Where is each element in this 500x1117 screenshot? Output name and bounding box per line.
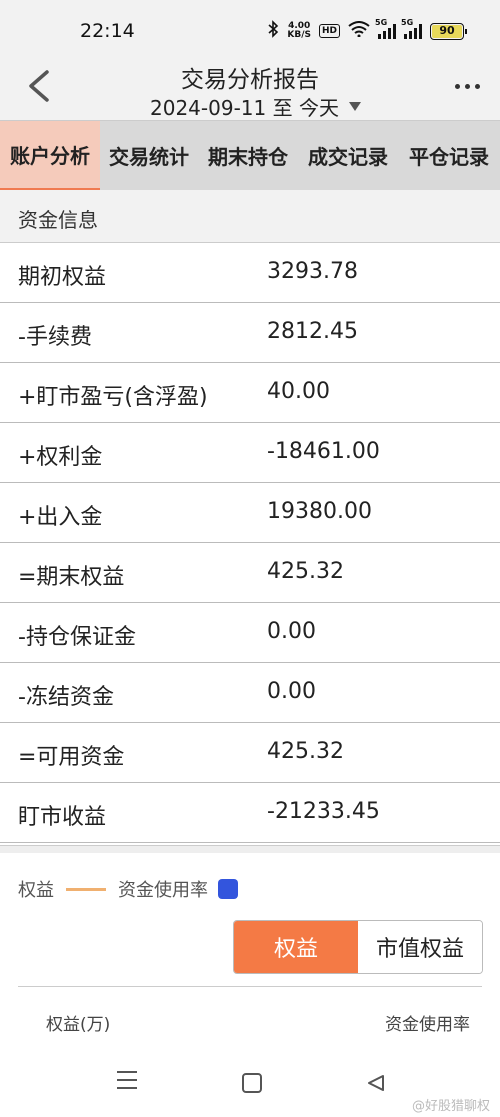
- tab-trade-records[interactable]: 成交记录: [298, 121, 398, 191]
- caret-down-icon: [348, 102, 361, 111]
- table-row: +出入金 19380.00: [0, 483, 500, 543]
- row-label: 期初权益: [18, 265, 107, 290]
- net-speed: 4.00 KB/S: [287, 22, 311, 40]
- battery-level: 90: [432, 24, 462, 38]
- wifi-icon: [348, 21, 370, 41]
- left-axis-label: 权益(万): [46, 1015, 111, 1035]
- tab-trade-stats[interactable]: 交易统计: [100, 121, 198, 191]
- row-label: -冻结资金: [18, 685, 114, 710]
- row-value: -21233.45: [267, 799, 380, 824]
- section-divider: [0, 845, 500, 853]
- table-row: -手续费 2812.45: [0, 303, 500, 363]
- row-label: -持仓保证金: [18, 625, 136, 650]
- row-value: 0.00: [267, 679, 316, 704]
- row-label: =期末权益: [18, 565, 125, 590]
- row-label: +权利金: [18, 445, 103, 470]
- row-value: -18461.00: [267, 439, 380, 464]
- more-dot-icon: [475, 84, 480, 89]
- row-value: 19380.00: [267, 499, 372, 524]
- table-row: -冻结资金 0.00: [0, 663, 500, 723]
- signal-icon: 5G: [375, 18, 396, 39]
- title-bar: 交易分析报告 2024-09-11 至 今天: [0, 58, 500, 120]
- legend-line-swatch: [66, 887, 106, 891]
- legend-square-swatch: [218, 879, 238, 899]
- tab-close-records[interactable]: 平仓记录: [398, 121, 500, 191]
- status-icons: 4.00 KB/S HD 5G 5G 90: [267, 18, 467, 42]
- table-row: +权利金 -18461.00: [0, 423, 500, 483]
- status-time: 22:14: [80, 20, 135, 42]
- toggle-equity-button[interactable]: 权益: [234, 921, 358, 973]
- fund-table: 期初权益 3293.78 -手续费 2812.45 +盯市盈亏(含浮盈) 40.…: [0, 243, 500, 843]
- right-axis-label: 资金使用率: [385, 1015, 470, 1035]
- table-row: =期末权益 425.32: [0, 543, 500, 603]
- more-dot-icon: [465, 84, 470, 89]
- tab-bar: 账户分析 交易统计 期末持仓 成交记录 平仓记录: [0, 120, 500, 191]
- date-range-label: 2024-09-11 至 今天: [150, 96, 339, 120]
- page-title: 交易分析报告: [181, 67, 319, 93]
- status-bar: 22:14 4.00 KB/S HD 5G 5G 90: [0, 0, 500, 58]
- row-label: -手续费: [18, 325, 92, 350]
- back-triangle-icon[interactable]: [366, 1073, 386, 1097]
- table-row: 期初权益 3293.78: [0, 243, 500, 303]
- system-nav-bar: @好股猎聊权: [0, 1047, 500, 1117]
- legend-equity-label: 权益: [18, 880, 54, 901]
- chart-divider: [18, 986, 482, 987]
- row-value: 40.00: [267, 379, 330, 404]
- section-header: 资金信息: [0, 190, 500, 243]
- tab-ending-positions[interactable]: 期末持仓: [198, 121, 298, 191]
- tab-account-analysis[interactable]: 账户分析: [0, 120, 100, 191]
- hd-icon: HD: [318, 24, 340, 38]
- row-value: 425.32: [267, 559, 344, 584]
- chart-mode-toggle: 权益 市值权益: [233, 920, 483, 974]
- table-row: 盯市收益 -21233.45: [0, 783, 500, 843]
- signal-1-label: 5G: [375, 18, 388, 27]
- row-label: 盯市收益: [18, 805, 107, 830]
- bluetooth-icon: [267, 20, 279, 42]
- row-value: 425.32: [267, 739, 344, 764]
- battery-icon: 90: [430, 22, 467, 40]
- legend-usage-label: 资金使用率: [118, 880, 208, 901]
- signal-2-label: 5G: [401, 18, 414, 27]
- table-row: +盯市盈亏(含浮盈) 40.00: [0, 363, 500, 423]
- table-row: -持仓保证金 0.00: [0, 603, 500, 663]
- row-label: +盯市盈亏(含浮盈): [18, 385, 208, 410]
- date-range-selector[interactable]: 2024-09-11 至 今天: [150, 92, 361, 121]
- row-label: +出入金: [18, 505, 103, 530]
- more-dot-icon: [455, 84, 460, 89]
- signal-icon-2: 5G: [401, 18, 422, 39]
- section-title: 资金信息: [18, 208, 98, 232]
- toggle-market-equity-button[interactable]: 市值权益: [358, 921, 482, 973]
- row-value: 2812.45: [267, 319, 358, 344]
- row-label: =可用资金: [18, 745, 125, 770]
- row-value: 0.00: [267, 619, 316, 644]
- home-icon[interactable]: [242, 1073, 262, 1093]
- menu-icon[interactable]: [117, 1071, 137, 1095]
- net-speed-unit: KB/S: [287, 30, 311, 40]
- table-row: =可用资金 425.32: [0, 723, 500, 783]
- row-value: 3293.78: [267, 259, 358, 284]
- chart-legend: 权益 资金使用率: [18, 876, 238, 902]
- more-button[interactable]: [455, 84, 480, 89]
- watermark: @好股猎聊权: [411, 1099, 490, 1114]
